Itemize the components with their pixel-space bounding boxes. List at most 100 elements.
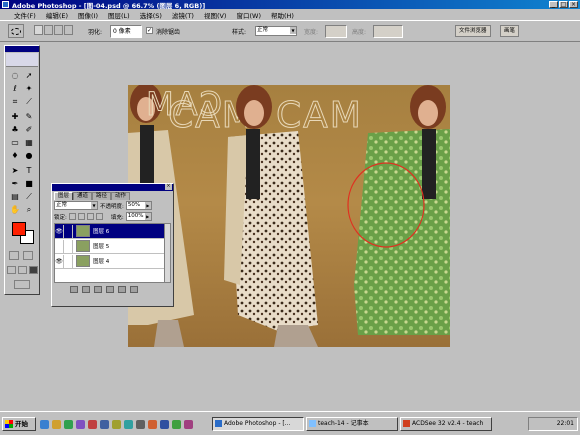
fill-input[interactable]: 100% ▶: [125, 212, 152, 221]
width-input[interactable]: [325, 25, 347, 38]
crop-tool-icon[interactable]: ⌗: [9, 96, 21, 107]
antialias-checkbox[interactable]: ✓: [146, 27, 153, 34]
quicklaunch-app7-icon[interactable]: [160, 420, 169, 429]
brushes-tab[interactable]: 画笔: [500, 25, 520, 37]
quicklaunch-app5-icon[interactable]: [136, 420, 145, 429]
history-brush-tool-icon[interactable]: ✐: [23, 124, 35, 135]
menu-layer[interactable]: 图层(L): [108, 10, 130, 20]
chevron-right-icon: ▶: [144, 213, 151, 220]
opacity-input[interactable]: 50% ▶: [125, 201, 152, 210]
new-layer-button[interactable]: [118, 285, 126, 293]
slice-tool-icon[interactable]: ⟋: [23, 96, 35, 107]
standard-mode-icon[interactable]: [9, 251, 19, 260]
menu-image[interactable]: 图像(I): [78, 10, 98, 20]
layer-row[interactable]: 👁 图层 4: [55, 254, 170, 269]
eraser-tool-icon[interactable]: ▭: [9, 137, 21, 148]
screen-mode-full-icon[interactable]: [29, 266, 38, 274]
maximize-button[interactable]: □: [559, 1, 568, 8]
blend-mode-select[interactable]: 正常 ▼: [54, 201, 98, 210]
visibility-eye-icon[interactable]: 👁: [55, 224, 64, 238]
lock-label: 锁定:: [54, 214, 67, 221]
menu-window[interactable]: 窗口(W): [236, 10, 261, 20]
task-acdsee[interactable]: ACDSee 32 v2.4 - teach: [400, 417, 492, 431]
close-button[interactable]: ×: [569, 1, 578, 8]
eyedropper-tool-icon[interactable]: ⟋: [23, 191, 35, 202]
tab-channels[interactable]: 通道: [73, 192, 93, 200]
task-photoshop[interactable]: Adobe Photoshop - [...: [212, 417, 304, 431]
document-canvas[interactable]: CAM CAM CAM: [128, 85, 450, 347]
clock[interactable]: 22:01: [557, 420, 574, 427]
layer-row[interactable]: 图层 5: [55, 239, 170, 254]
menu-help[interactable]: 帮助(H): [271, 10, 294, 20]
clone-stamp-tool-icon[interactable]: ♣: [9, 124, 21, 135]
adobe-online-logo[interactable]: [6, 53, 38, 67]
add-mask-button[interactable]: [82, 285, 90, 293]
brush-tool-icon[interactable]: ✎: [23, 111, 35, 122]
new-set-button[interactable]: [94, 285, 102, 293]
quicklaunch-media-icon[interactable]: [76, 420, 85, 429]
height-input[interactable]: [373, 25, 403, 38]
intersect-selection-button[interactable]: [64, 25, 73, 35]
quicklaunch-ie-icon[interactable]: [40, 420, 49, 429]
quickmask-mode-icon[interactable]: [23, 251, 33, 260]
style-select[interactable]: 正常 ▼: [255, 26, 297, 36]
lock-transparency-checkbox[interactable]: [68, 213, 76, 220]
visibility-eye-icon[interactable]: 👁: [55, 254, 64, 268]
quicklaunch-desktop-icon[interactable]: [64, 420, 73, 429]
menu-view[interactable]: 视图(V): [204, 10, 227, 20]
quicklaunch-app6-icon[interactable]: [148, 420, 157, 429]
layers-scrollbar[interactable]: [164, 224, 170, 282]
notes-tool-icon[interactable]: ▤: [9, 191, 21, 202]
jump-to-imageready-icon[interactable]: [14, 280, 30, 289]
quicklaunch-folder-icon[interactable]: [52, 420, 61, 429]
path-selection-tool-icon[interactable]: ➤: [9, 165, 21, 176]
add-layer-style-button[interactable]: [70, 285, 78, 293]
marquee-tool-preset-button[interactable]: [8, 24, 24, 38]
menu-select[interactable]: 选择(S): [140, 10, 162, 20]
layer-row[interactable]: 👁 图层 6: [55, 224, 170, 239]
quicklaunch-app2-icon[interactable]: [100, 420, 109, 429]
file-browser-tab[interactable]: 文件浏览器: [455, 25, 491, 37]
menu-filter[interactable]: 滤镜(T): [172, 10, 194, 20]
lock-all-checkbox[interactable]: [95, 213, 103, 220]
healing-brush-tool-icon[interactable]: ✚: [9, 111, 21, 122]
gradient-tool-icon[interactable]: ▦: [23, 137, 35, 148]
quicklaunch-app3-icon[interactable]: [112, 420, 121, 429]
quicklaunch-app9-icon[interactable]: [184, 420, 193, 429]
tab-actions[interactable]: 动作: [111, 192, 131, 200]
pen-tool-icon[interactable]: ✒: [9, 178, 21, 189]
quicklaunch-app-icon[interactable]: [88, 420, 97, 429]
foreground-color-swatch-front[interactable]: [12, 222, 26, 236]
blur-tool-icon[interactable]: ♦: [9, 150, 21, 161]
quicklaunch-app8-icon[interactable]: [172, 420, 181, 429]
new-adjustment-layer-button[interactable]: [106, 285, 114, 293]
menu-file[interactable]: 文件(F): [14, 10, 36, 20]
shape-tool-icon[interactable]: ■: [23, 178, 35, 189]
marquee-tool-icon[interactable]: ◌: [9, 70, 21, 81]
zoom-tool-icon[interactable]: ⌕: [23, 204, 35, 215]
lock-position-checkbox[interactable]: [86, 213, 94, 220]
lasso-tool-icon[interactable]: ℓ: [9, 83, 21, 94]
tab-layers[interactable]: 图层: [54, 192, 74, 200]
delete-layer-button[interactable]: [130, 285, 138, 293]
type-tool-icon[interactable]: T: [23, 165, 35, 176]
quicklaunch-app4-icon[interactable]: [124, 420, 133, 429]
screen-mode-full-menu-icon[interactable]: [18, 266, 27, 274]
start-button[interactable]: 开始: [2, 417, 36, 431]
subtract-selection-button[interactable]: [54, 25, 63, 35]
new-selection-button[interactable]: [34, 25, 43, 35]
tab-paths[interactable]: 路径: [92, 192, 112, 200]
panel-close-button[interactable]: ×: [165, 184, 172, 190]
screen-mode-standard-icon[interactable]: [7, 266, 16, 274]
lock-image-checkbox[interactable]: [77, 213, 85, 220]
add-selection-button[interactable]: [44, 25, 53, 35]
hand-tool-icon[interactable]: ✋: [9, 204, 21, 215]
minimize-button[interactable]: _: [549, 1, 558, 8]
dodge-tool-icon[interactable]: ●: [23, 150, 35, 161]
magic-wand-tool-icon[interactable]: ✦: [23, 83, 35, 94]
move-tool-icon[interactable]: ➚: [23, 70, 35, 81]
feather-input[interactable]: 0 像素: [110, 25, 142, 38]
visibility-eye-icon[interactable]: [55, 239, 64, 253]
task-notepad[interactable]: teach-14 - 记事本: [306, 417, 398, 431]
menu-edit[interactable]: 编辑(E): [46, 10, 68, 20]
